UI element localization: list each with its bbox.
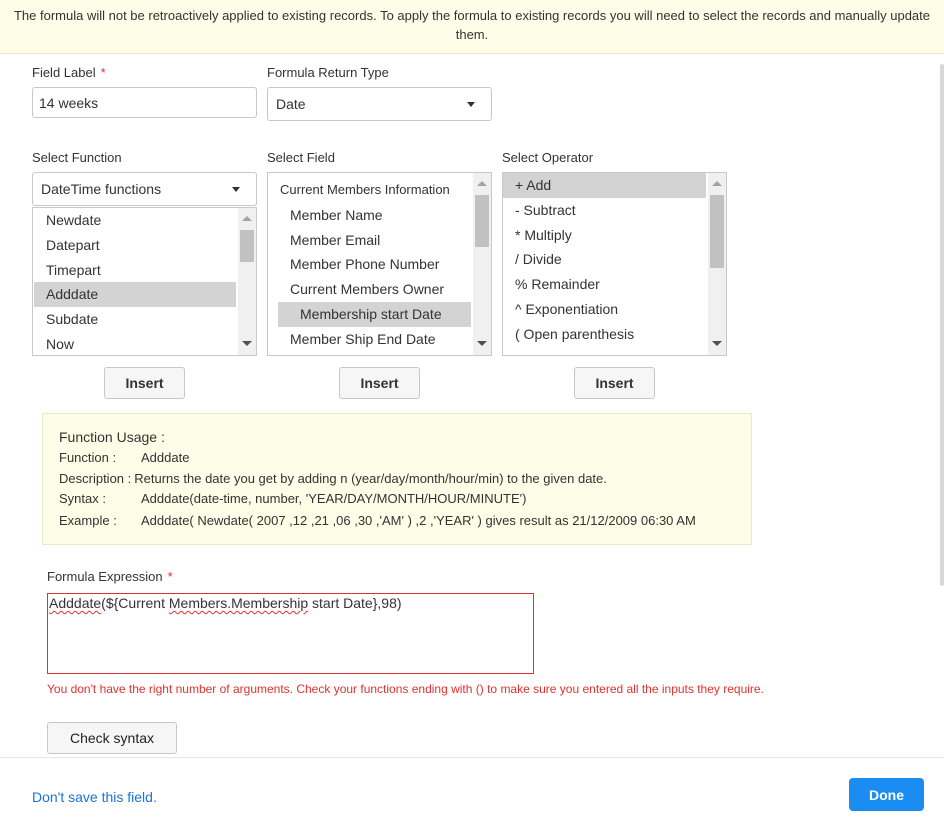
field-item-member-email[interactable]: Member Email (268, 228, 471, 253)
operator-item-subtract[interactable]: - Subtract (503, 198, 706, 223)
notice-text: The formula will not be retroactively ap… (13, 8, 931, 42)
insert-function-button[interactable]: Insert (104, 367, 185, 399)
required-marker: * (100, 65, 106, 80)
function-category-value: DateTime functions (41, 181, 162, 197)
select-function-label: Select Function (32, 150, 122, 165)
function-category-select[interactable]: DateTime functions (32, 172, 257, 206)
field-label-value: 14 weeks (39, 94, 99, 111)
operator-item-divide[interactable]: / Divide (503, 247, 706, 272)
select-field-label: Select Field (267, 150, 335, 165)
field-item-members-owner[interactable]: Current Members Owner (268, 277, 471, 302)
usage-example-key: Example : (59, 513, 117, 528)
function-item-timepart[interactable]: Timepart (34, 258, 236, 283)
page-scrollbar[interactable] (940, 64, 944, 586)
usage-syntax-value: Adddate(date-time, number, 'YEAR/DAY/MON… (141, 491, 527, 506)
select-operator-label: Select Operator (502, 150, 594, 165)
operator-item-exponentiation[interactable]: ^ Exponentiation (503, 297, 706, 322)
operator-listbox[interactable]: + Add - Subtract * Multiply / Divide % R… (502, 172, 727, 356)
operator-list-scrollbar[interactable] (708, 173, 726, 355)
field-label-heading: Field Label * (32, 65, 106, 80)
field-label-text: Field Label (32, 65, 96, 80)
formula-text-open: (${Current (101, 595, 169, 611)
scroll-up-icon[interactable] (477, 181, 487, 186)
field-list-scrollbar[interactable] (473, 173, 491, 355)
scroll-thumb[interactable] (240, 230, 254, 262)
field-label-input[interactable]: 14 weeks (32, 87, 257, 118)
scroll-down-icon[interactable] (712, 341, 722, 346)
formula-text-close: start Date},98) (308, 595, 402, 611)
chevron-down-icon (232, 186, 240, 192)
insert-operator-button[interactable]: Insert (574, 367, 655, 399)
return-type-select[interactable]: Date (267, 87, 492, 121)
formula-error-message: You don't have the right number of argum… (47, 682, 764, 696)
scroll-down-icon[interactable] (477, 341, 487, 346)
field-item-membership-end[interactable]: Member Ship End Date (268, 327, 471, 352)
function-item-adddate[interactable]: Adddate (34, 282, 236, 308)
field-item-member-phone[interactable]: Member Phone Number (268, 252, 471, 277)
check-syntax-button[interactable]: Check syntax (47, 722, 177, 754)
required-marker: * (167, 569, 173, 584)
usage-example-row: Example : Adddate( Newdate( 2007 ,12 ,21 … (59, 512, 696, 530)
field-item-member-name[interactable]: Member Name (268, 203, 471, 228)
usage-example-value: Adddate( Newdate( 2007 ,12 ,21 ,06 ,30 ,… (141, 513, 696, 528)
function-usage-panel: Function Usage : Function : Adddate Descr… (42, 413, 752, 545)
return-type-value: Date (276, 96, 306, 112)
function-item-now[interactable]: Now (34, 332, 236, 355)
scroll-thumb[interactable] (710, 195, 724, 268)
field-group-header: Current Members Information (280, 182, 450, 197)
usage-function-row: Function : Adddate (59, 449, 189, 467)
usage-title: Function Usage : (59, 429, 165, 445)
dont-save-link[interactable]: Don't save this field. (32, 789, 157, 805)
function-item-newdate[interactable]: Newdate (34, 208, 236, 233)
usage-syntax-row: Syntax : Adddate(date-time, number, 'YEAR… (59, 490, 526, 508)
scroll-thumb[interactable] (475, 195, 489, 247)
formula-text-adddate: Adddate (49, 595, 102, 611)
insert-field-button[interactable]: Insert (339, 367, 420, 399)
usage-function-value: Adddate (141, 450, 190, 465)
usage-description-row: Description : Returns the date you get by… (59, 470, 607, 488)
operator-item-add[interactable]: + Add (503, 173, 706, 198)
function-list-scrollbar[interactable] (238, 208, 256, 355)
formula-text-field-ref: Members.Membership (168, 595, 309, 611)
field-item-membership-start[interactable]: Membership start Date (278, 301, 471, 327)
scroll-up-icon[interactable] (712, 181, 722, 186)
usage-description-value: Returns the date you get by adding n (ye… (134, 471, 607, 486)
formula-expression-label: Formula Expression (47, 569, 163, 584)
usage-syntax-key: Syntax : (59, 491, 106, 506)
done-button[interactable]: Done (849, 778, 924, 811)
return-type-label: Formula Return Type (267, 65, 389, 80)
dialog-footer: Don't save this field. Done (0, 757, 944, 835)
operator-item-open-parenthesis[interactable]: ( Open parenthesis (503, 322, 706, 347)
scroll-down-icon[interactable] (242, 341, 252, 346)
function-item-datepart[interactable]: Datepart (34, 233, 236, 258)
chevron-down-icon (467, 101, 475, 107)
operator-item-multiply[interactable]: * Multiply (503, 223, 706, 248)
usage-description-key: Description : (59, 471, 132, 486)
formula-expression-textarea[interactable]: Adddate(${Current Members.Membership sta… (47, 593, 534, 674)
operator-item-remainder[interactable]: % Remainder (503, 272, 706, 297)
formula-expression-heading: Formula Expression * (47, 569, 173, 584)
function-item-subdate[interactable]: Subdate (34, 307, 236, 332)
usage-function-key: Function : (59, 450, 117, 465)
function-listbox[interactable]: Newdate Datepart Timepart Adddate Subdat… (32, 207, 257, 356)
scroll-up-icon[interactable] (242, 216, 252, 221)
retroactive-notice-banner: The formula will not be retroactively ap… (0, 0, 944, 54)
field-listbox[interactable]: Current Members Information Member Name … (267, 172, 492, 356)
